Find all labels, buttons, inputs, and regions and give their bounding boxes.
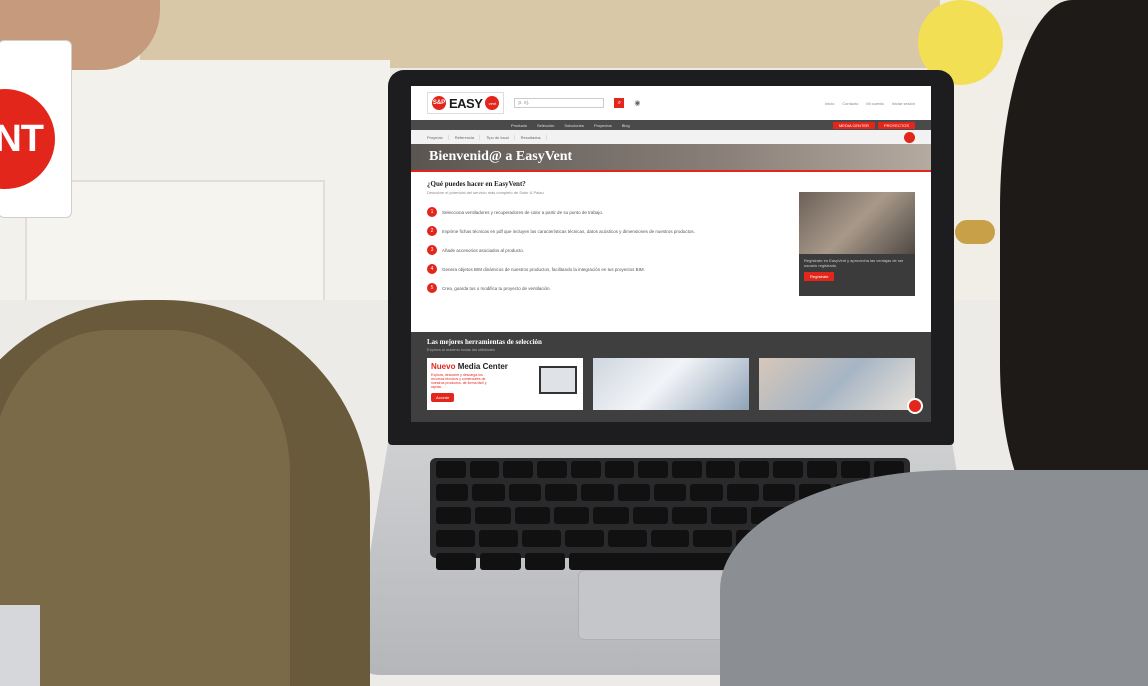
sp-logo-icon: S&P — [432, 96, 446, 110]
photo-scene: S&P EASY vent p. ej. ⌕ ◉ Inicio Contacto… — [0, 0, 1148, 686]
step-text: Imprime fichas técnicas en pdf que inclu… — [442, 228, 695, 234]
breadcrumb-item[interactable]: Tipo de local — [486, 134, 515, 140]
office-tile[interactable] — [759, 358, 915, 410]
tools-section: Las mejores herramientas de selección Ex… — [411, 332, 931, 422]
mc-title-new: Nuevo — [431, 362, 456, 371]
page-title: Bienvenid@ a EasyVent — [429, 149, 573, 164]
nav-item[interactable]: Producto — [511, 123, 527, 128]
step-text: Crea, guarda tus o modifica tu proyecto … — [442, 285, 551, 291]
monitor-image — [539, 366, 577, 394]
breadcrumb-item[interactable]: Referencia — [455, 134, 481, 140]
step-text: Genera objetos BIM dinámicos de nuestros… — [442, 266, 645, 272]
easyvent-logo[interactable]: S&P EASY vent — [427, 92, 505, 114]
access-button[interactable]: Accede — [431, 393, 455, 402]
register-button[interactable]: Regístrate — [804, 272, 835, 281]
drawer-knob — [955, 220, 995, 244]
step-number: 3 — [427, 245, 437, 255]
step-text: Añade accesorios asociados al producto. — [442, 247, 525, 253]
projects-button[interactable]: PROYECTOS — [877, 121, 915, 129]
nav-item[interactable]: Soluciones — [564, 123, 584, 128]
site-header: S&P EASY vent p. ej. ⌕ ◉ Inicio Contacto… — [411, 86, 931, 120]
vent-logo-icon: NT — [0, 89, 55, 189]
brand-vent-badge: vent — [485, 96, 500, 110]
product-tile[interactable] — [593, 358, 749, 410]
step-text: Selecciona ventiladores y recuperadores … — [442, 209, 604, 215]
step-number: 1 — [427, 207, 437, 217]
media-center-button[interactable]: MEDIA CENTER — [832, 121, 875, 129]
intro-section: ¿Qué puedes hacer en EasyVent? Descubre … — [411, 172, 931, 332]
top-links: Inicio Contacto Mi cuenta Iniciar sesión — [825, 101, 915, 106]
kitchen-shelf — [140, 0, 940, 68]
step-number: 5 — [427, 283, 437, 293]
person-right-hair — [1000, 0, 1148, 520]
section-title: ¿Qué puedes hacer en EasyVent? — [427, 180, 526, 188]
brand-easy-text: EASY — [449, 95, 483, 111]
main-nav: Producto Selección Soluciones Proyectos … — [411, 120, 931, 130]
toplink-item[interactable]: Inicio — [825, 101, 834, 106]
step-number: 2 — [427, 226, 437, 236]
chat-icon[interactable] — [907, 398, 923, 414]
tools-title: Las mejores herramientas de selección — [427, 338, 542, 346]
promo-photo — [799, 192, 915, 254]
search-button[interactable]: ⌕ — [614, 98, 625, 108]
nav-item[interactable]: Proyectos — [594, 123, 612, 128]
nav-item[interactable]: Blog — [622, 123, 630, 128]
breadcrumb-item[interactable]: Proyecto — [427, 134, 449, 140]
vent-logo-card: NT — [0, 40, 72, 218]
tools-carousel: Nuevo Media Center Explora, descubre y d… — [427, 358, 915, 410]
toplink-item[interactable]: Contacto — [842, 101, 858, 106]
mc-title-rest: Media Center — [457, 362, 508, 371]
toplink-item[interactable]: Mi cuenta — [866, 101, 883, 106]
register-promo: Regístrate en EasyVent y aprovecha las v… — [799, 192, 915, 296]
laptop-screen: S&P EASY vent p. ej. ⌕ ◉ Inicio Contacto… — [411, 86, 931, 422]
hero-banner: Bienvenid@ a EasyVent — [411, 144, 931, 172]
breadcrumb-item[interactable]: Resultados — [521, 134, 547, 140]
tools-subtitle: Explora al máximo todas las utilidades — [427, 347, 496, 352]
nav-item[interactable]: Selección — [537, 123, 554, 128]
toplink-item[interactable]: Iniciar sesión — [892, 101, 915, 106]
corner-panel — [0, 605, 40, 686]
breadcrumb: Proyecto Referencia Tipo de local Result… — [411, 130, 931, 144]
media-center-tile[interactable]: Nuevo Media Center Explora, descubre y d… — [427, 358, 583, 410]
promo-text: Regístrate en EasyVent y aprovecha las v… — [804, 258, 904, 268]
search-icon: ⌕ — [617, 99, 622, 106]
search-input[interactable]: p. ej. — [514, 98, 605, 108]
person-left-shoulder — [0, 330, 290, 686]
nav-buttons: MEDIA CENTER PROYECTOS — [832, 121, 931, 129]
step-number: 4 — [427, 264, 437, 274]
media-center-text: Explora, descubre y descarga los recurso… — [431, 373, 487, 389]
chat-icon[interactable] — [904, 131, 915, 143]
globe-icon[interactable]: ◉ — [634, 99, 640, 107]
